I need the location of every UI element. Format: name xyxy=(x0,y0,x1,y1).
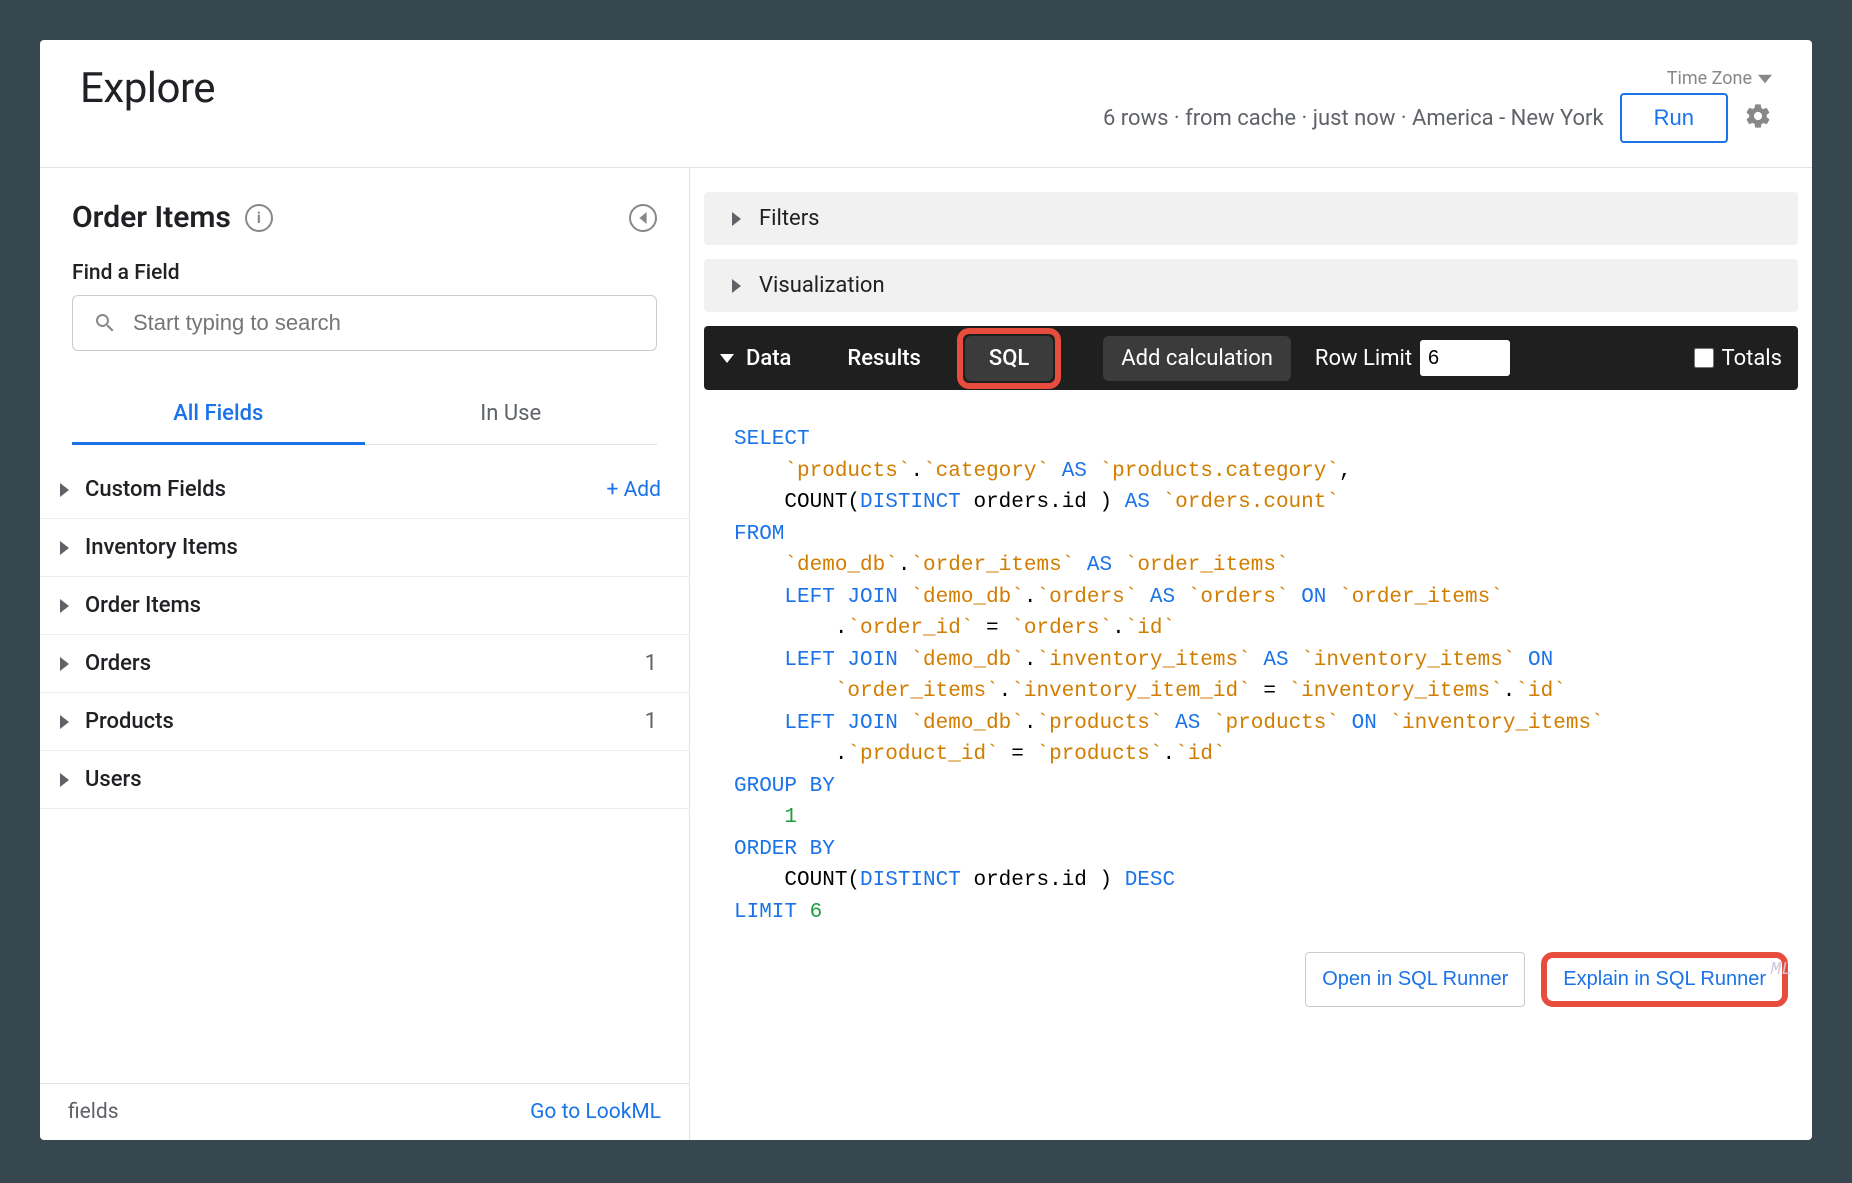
header-actions: 6 rows · from cache · just now · America… xyxy=(1103,93,1772,143)
chevron-right-icon xyxy=(60,599,69,613)
chevron-right-icon xyxy=(732,279,741,293)
filters-label: Filters xyxy=(759,206,820,231)
chevron-right-icon xyxy=(60,657,69,671)
totals-toggle[interactable]: Totals xyxy=(1694,346,1782,371)
sql-code[interactable]: SELECT `products`.`category` AS `product… xyxy=(734,424,1788,928)
page-title: Explore xyxy=(80,64,215,113)
filters-panel[interactable]: Filters xyxy=(704,192,1798,245)
chevron-right-icon xyxy=(60,483,69,497)
ml-watermark: ML xyxy=(1770,957,1792,984)
row-limit-input[interactable] xyxy=(1420,340,1510,376)
header: Explore Time Zone 6 rows · from cache · … xyxy=(40,40,1812,168)
group-count: 1 xyxy=(645,709,661,734)
chevron-right-icon xyxy=(60,773,69,787)
group-label: Products xyxy=(85,709,629,734)
chevron-down-icon[interactable] xyxy=(720,354,734,363)
results-tab[interactable]: Results xyxy=(823,336,944,381)
find-field-label: Find a Field xyxy=(72,261,657,285)
gear-icon[interactable] xyxy=(1744,102,1772,134)
sidebar-top: Order Items i Find a Field All Fields In… xyxy=(40,168,689,461)
timezone-selector[interactable]: Time Zone xyxy=(1667,68,1772,89)
field-group-list: Custom Fields + Add Inventory Items Orde… xyxy=(40,461,689,1083)
group-label: Orders xyxy=(85,651,629,676)
group-products[interactable]: Products 1 xyxy=(40,693,689,751)
group-label: Order Items xyxy=(85,593,661,618)
row-limit: Row Limit xyxy=(1315,340,1510,376)
go-to-lookml-link[interactable]: Go to LookML xyxy=(530,1100,661,1124)
group-label: Custom Fields xyxy=(85,477,590,502)
sql-tab-highlight: SQL xyxy=(957,328,1061,389)
chevron-right-icon xyxy=(732,212,741,226)
header-right: Time Zone 6 rows · from cache · just now… xyxy=(1103,64,1772,143)
group-orders[interactable]: Orders 1 xyxy=(40,635,689,693)
totals-checkbox[interactable] xyxy=(1694,348,1714,368)
sql-actions: Open in SQL Runner Explain in SQL Runner xyxy=(690,942,1812,1007)
collapse-sidebar-icon[interactable] xyxy=(629,204,657,232)
explore-header: Order Items i xyxy=(72,200,657,235)
group-label: Users xyxy=(85,767,661,792)
row-limit-label: Row Limit xyxy=(1315,346,1412,371)
group-label: Inventory Items xyxy=(85,535,661,560)
group-order-items[interactable]: Order Items xyxy=(40,577,689,635)
group-inventory-items[interactable]: Inventory Items xyxy=(40,519,689,577)
add-calculation-button[interactable]: Add calculation xyxy=(1103,336,1291,381)
search-input-wrap[interactable] xyxy=(72,295,657,351)
group-count: 1 xyxy=(645,651,661,676)
explore-name-text: Order Items xyxy=(72,200,231,235)
open-sql-runner-button[interactable]: Open in SQL Runner xyxy=(1305,952,1525,1007)
explain-sql-runner-button[interactable]: Explain in SQL Runner xyxy=(1541,952,1788,1007)
sql-tab[interactable]: SQL xyxy=(965,336,1053,381)
footer-left: fields xyxy=(68,1100,119,1124)
main: Order Items i Find a Field All Fields In… xyxy=(40,168,1812,1140)
query-status: 6 rows · from cache · just now · America… xyxy=(1103,106,1604,131)
chevron-right-icon xyxy=(60,715,69,729)
chevron-down-icon xyxy=(1758,72,1772,86)
explore-name: Order Items i xyxy=(72,200,273,235)
add-custom-field-link[interactable]: + Add xyxy=(606,478,661,502)
app-window: Explore Time Zone 6 rows · from cache · … xyxy=(40,40,1812,1140)
tab-all-fields[interactable]: All Fields xyxy=(72,383,365,444)
visualization-label: Visualization xyxy=(759,273,885,298)
search-input[interactable] xyxy=(133,310,636,336)
timezone-label: Time Zone xyxy=(1667,68,1752,89)
field-tabs: All Fields In Use xyxy=(72,383,657,445)
content: Filters Visualization Data Results SQL A… xyxy=(690,168,1812,1140)
group-users[interactable]: Users xyxy=(40,751,689,809)
sidebar: Order Items i Find a Field All Fields In… xyxy=(40,168,690,1140)
run-button[interactable]: Run xyxy=(1620,93,1728,143)
tab-in-use[interactable]: In Use xyxy=(365,383,658,444)
search-icon xyxy=(93,311,117,335)
sidebar-footer: fields Go to LookML xyxy=(40,1083,689,1140)
data-bar: Data Results SQL Add calculation Row Lim… xyxy=(704,326,1798,390)
group-custom-fields[interactable]: Custom Fields + Add xyxy=(40,461,689,519)
visualization-panel[interactable]: Visualization xyxy=(704,259,1798,312)
data-label: Data xyxy=(746,346,791,371)
totals-label: Totals xyxy=(1722,346,1782,371)
info-icon[interactable]: i xyxy=(245,204,273,232)
chevron-right-icon xyxy=(60,541,69,555)
